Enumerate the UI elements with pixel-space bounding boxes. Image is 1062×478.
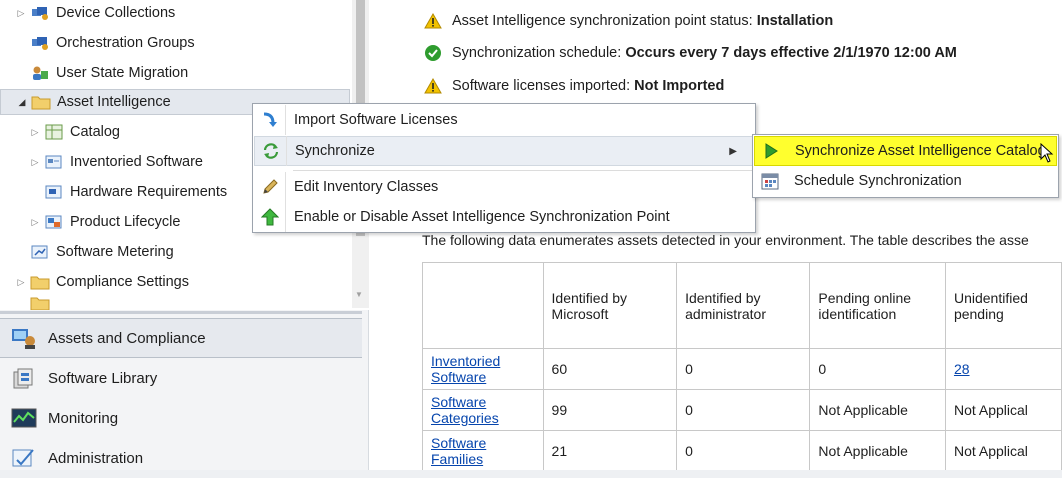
menu-item-edit-inventory-classes[interactable]: Edit Inventory Classes bbox=[254, 172, 754, 202]
device-collections-icon bbox=[30, 4, 50, 22]
collapsed-arrow-icon[interactable]: ▷ bbox=[16, 8, 26, 19]
calendar-icon bbox=[754, 166, 786, 196]
navigation-pane: ▷ Device Collections Orchestration Group… bbox=[0, 0, 369, 478]
synchronize-icon bbox=[255, 136, 287, 166]
assets-compliance-icon bbox=[10, 325, 38, 351]
product-lifecycle-icon bbox=[44, 213, 64, 231]
header-identified-by-microsoft: Identified by Microsoft bbox=[542, 262, 678, 349]
nav-splitter[interactable] bbox=[0, 311, 362, 314]
workspace-assets-and-compliance[interactable]: Assets and Compliance bbox=[0, 318, 362, 358]
tree-item-software-metering[interactable]: Software Metering bbox=[0, 239, 350, 265]
menu-item-enable-disable-sync-point[interactable]: Enable or Disable Asset Intelligence Syn… bbox=[254, 202, 754, 232]
administration-icon bbox=[10, 445, 38, 471]
header-identified-by-administrator: Identified by administrator bbox=[676, 262, 811, 349]
table-cell: 0 bbox=[676, 389, 811, 431]
menu-item-synchronize[interactable]: Synchronize ▶ bbox=[254, 136, 754, 166]
header-pending-online-identification: Pending online identification bbox=[809, 262, 946, 349]
table-cell: 99 bbox=[542, 389, 678, 431]
table-row: Software Families 21 0 Not Applicable No… bbox=[422, 430, 1062, 472]
software-library-icon bbox=[10, 365, 38, 391]
table-cell: 60 bbox=[542, 348, 678, 390]
table-cell: Not Applicable bbox=[809, 430, 946, 472]
synchronize-submenu: Synchronize Asset Intelligence Catalog S… bbox=[752, 134, 1059, 198]
inventoried-software-icon bbox=[44, 153, 64, 171]
folder-icon bbox=[30, 296, 50, 310]
link-inventoried-software[interactable]: Inventoried Software bbox=[431, 353, 500, 385]
status-sync-point: Asset Intelligence synchronization point… bbox=[424, 12, 833, 30]
tree-item-compliance-settings[interactable]: ▷ Compliance Settings bbox=[0, 269, 350, 295]
user-state-migration-icon bbox=[30, 64, 50, 82]
table-row: Software Categories 99 0 Not Applicable … bbox=[422, 389, 1062, 431]
catalog-icon bbox=[44, 123, 64, 141]
collapsed-arrow-icon[interactable]: ▷ bbox=[30, 127, 40, 138]
table-cell: 0 bbox=[676, 348, 811, 390]
tree-item-orchestration-groups[interactable]: Orchestration Groups bbox=[0, 30, 350, 56]
submenu-arrow-icon: ▶ bbox=[729, 145, 737, 157]
folder-icon bbox=[30, 273, 50, 291]
hardware-requirements-icon bbox=[44, 183, 64, 201]
folder-icon bbox=[31, 93, 51, 111]
import-licenses-icon bbox=[254, 105, 286, 135]
table-cell: Not Applical bbox=[944, 430, 1062, 472]
tree-item-partial bbox=[0, 296, 350, 310]
status-licenses: Software licenses imported: Not Imported bbox=[424, 77, 724, 95]
workspace-software-library[interactable]: Software Library bbox=[0, 358, 369, 398]
context-menu: Import Software Licenses Synchronize ▶ E… bbox=[252, 103, 756, 233]
header-cell-blank bbox=[422, 262, 544, 349]
table-cell: 0 bbox=[809, 348, 946, 390]
workspace-monitoring[interactable]: Monitoring bbox=[0, 398, 369, 438]
header-unidentified-pending: Unidentified pending bbox=[944, 262, 1062, 349]
tree-item-device-collections[interactable]: ▷ Device Collections bbox=[0, 0, 350, 26]
collapsed-arrow-icon[interactable]: ▷ bbox=[16, 277, 26, 288]
edit-pencil-icon bbox=[254, 172, 286, 202]
menu-item-import-software-licenses[interactable]: Import Software Licenses bbox=[254, 105, 754, 135]
table-cell: 21 bbox=[542, 430, 678, 472]
tree-item-user-state-migration[interactable]: User State Migration bbox=[0, 60, 350, 86]
description-text: The following data enumerates assets det… bbox=[422, 232, 1029, 248]
mouse-pointer-icon bbox=[1040, 142, 1054, 166]
table-cell: 0 bbox=[676, 430, 811, 472]
collapsed-arrow-icon[interactable]: ▷ bbox=[30, 217, 40, 228]
asset-summary-table: Identified by Microsoft Identified by ad… bbox=[422, 262, 1062, 472]
table-cell: Not Applicable bbox=[809, 389, 946, 431]
menu-separator bbox=[293, 170, 753, 171]
warning-icon bbox=[424, 77, 442, 95]
collapsed-arrow-icon[interactable]: ▷ bbox=[30, 157, 40, 168]
link-software-families[interactable]: Software Families bbox=[431, 435, 486, 467]
main-panel: Asset Intelligence synchronization point… bbox=[370, 0, 1062, 478]
scroll-down-arrow-icon[interactable]: ▼ bbox=[355, 290, 363, 299]
status-strip bbox=[0, 470, 1062, 478]
link-unidentified-count[interactable]: 28 bbox=[954, 361, 970, 377]
status-schedule: Synchronization schedule: Occurs every 7… bbox=[424, 44, 957, 62]
table-cell: Not Applical bbox=[944, 389, 1062, 431]
green-up-arrow-icon bbox=[254, 202, 286, 232]
orchestration-groups-icon bbox=[30, 34, 50, 52]
table-row: Inventoried Software 60 0 0 28 bbox=[422, 348, 1062, 390]
green-play-icon bbox=[755, 136, 787, 166]
green-check-icon bbox=[424, 44, 442, 62]
monitoring-icon bbox=[10, 405, 38, 431]
menu-item-synchronize-asset-intelligence-catalog[interactable]: Synchronize Asset Intelligence Catalog bbox=[754, 136, 1057, 166]
link-software-categories[interactable]: Software Categories bbox=[431, 394, 499, 426]
table-header-row: Identified by Microsoft Identified by ad… bbox=[422, 262, 1062, 349]
software-metering-icon bbox=[30, 243, 50, 261]
warning-icon bbox=[424, 12, 442, 30]
menu-item-schedule-synchronization[interactable]: Schedule Synchronization bbox=[754, 166, 1057, 196]
expanded-arrow-icon[interactable]: ◢ bbox=[17, 97, 27, 108]
